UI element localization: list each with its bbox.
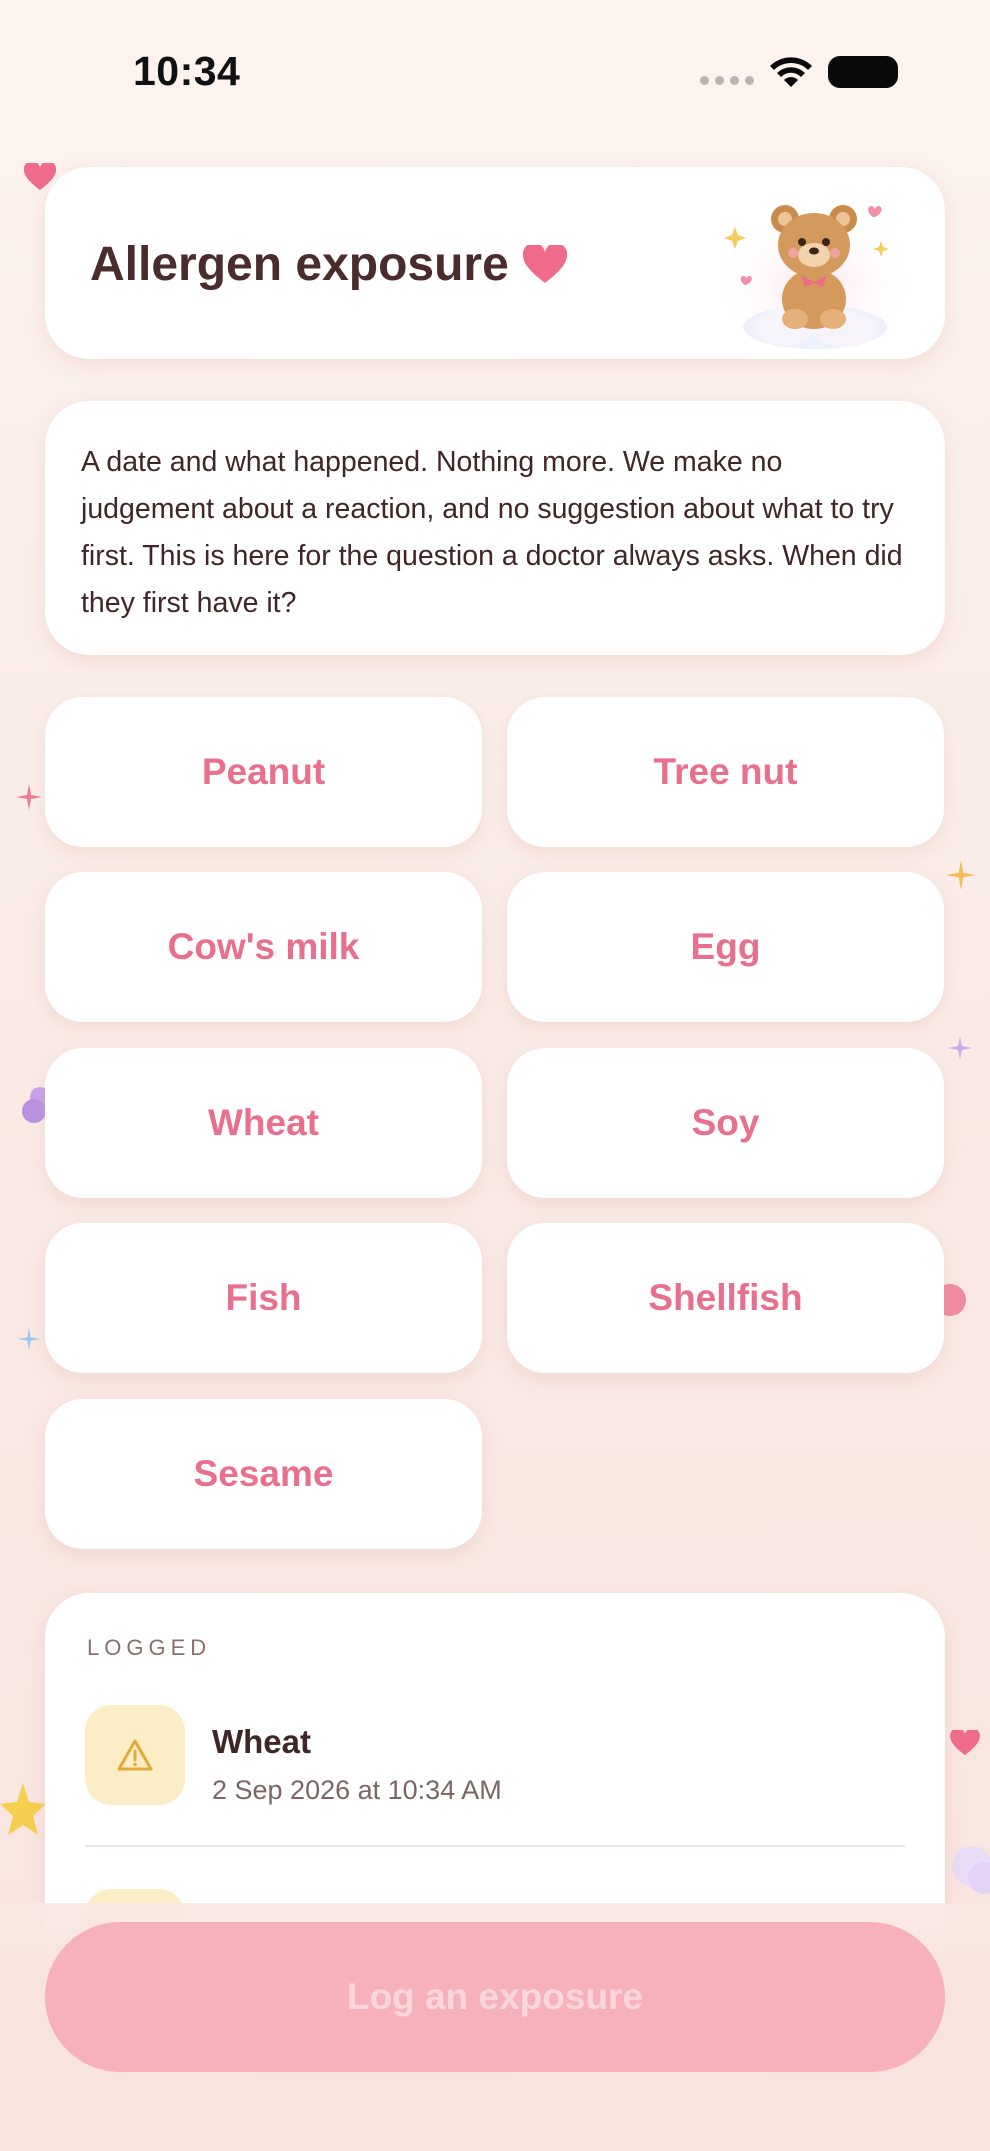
logged-section-label: LOGGED — [87, 1635, 212, 1660]
allergen-button-tree-nut[interactable]: Tree nut — [507, 697, 944, 847]
status-bar: 10:34 — [0, 0, 990, 150]
sparkle-decoration-icon — [16, 784, 42, 810]
warning-icon — [85, 1705, 185, 1805]
log-entry-name: Wheat — [212, 1723, 311, 1760]
allergen-button-peanut[interactable]: Peanut — [45, 697, 482, 847]
divider — [85, 1845, 905, 1847]
status-time: 10:34 — [133, 48, 241, 94]
cellular-signal-icon — [700, 76, 754, 85]
log-entry[interactable]: Wheat 2 Sep 2026 at 10:34 AM — [85, 1705, 905, 1825]
intro-text: A date and what happened. Nothing more. … — [81, 446, 903, 619]
cloud-decoration-icon — [22, 1087, 46, 1123]
teddy-bear-illustration — [710, 197, 920, 357]
header-card: Allergen exposure — [45, 167, 945, 359]
page-title: Allergen exposure — [90, 237, 567, 292]
log-exposure-button[interactable]: Log an exposure — [45, 1922, 945, 2072]
page-title-text: Allergen exposure — [90, 238, 509, 291]
sparkle-decoration-icon — [948, 1036, 972, 1060]
log-entry-date: 2 Sep 2026 at 10:34 AM — [212, 1775, 502, 1805]
heart-icon — [522, 244, 567, 283]
sparkle-decoration-icon — [18, 1328, 40, 1350]
allergen-button-cows-milk[interactable]: Cow's milk — [45, 872, 482, 1022]
wifi-icon — [770, 57, 812, 87]
allergen-button-shellfish[interactable]: Shellfish — [507, 1223, 944, 1373]
heart-decoration-icon — [950, 1730, 980, 1756]
intro-card: A date and what happened. Nothing more. … — [45, 401, 945, 655]
battery-icon — [828, 56, 898, 88]
heart-decoration-icon — [944, 1284, 966, 1316]
allergen-button-soy[interactable]: Soy — [507, 1048, 944, 1198]
allergen-button-fish[interactable]: Fish — [45, 1223, 482, 1373]
allergen-button-egg[interactable]: Egg — [507, 872, 944, 1022]
cloud-decoration-icon — [952, 1846, 990, 1894]
moon-decoration-icon — [943, 180, 970, 232]
star-decoration-icon — [0, 1783, 46, 1835]
allergen-button-sesame[interactable]: Sesame — [45, 1399, 482, 1549]
sparkle-decoration-icon — [946, 860, 976, 890]
allergen-button-wheat[interactable]: Wheat — [45, 1048, 482, 1198]
